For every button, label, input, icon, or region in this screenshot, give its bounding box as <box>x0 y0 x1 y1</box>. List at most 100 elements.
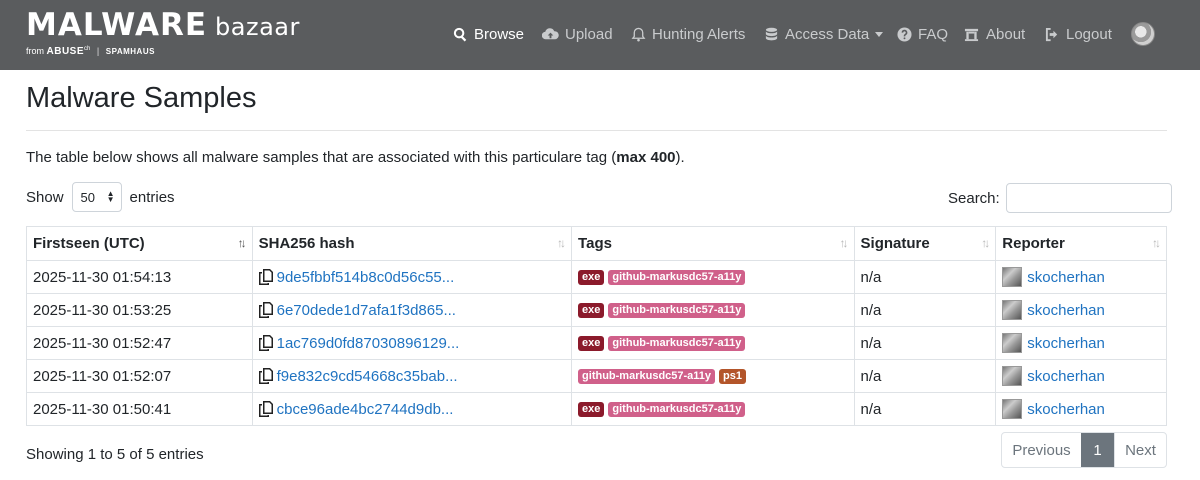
tag-badge[interactable]: exe <box>578 401 605 417</box>
page-description: The table below shows all malware sample… <box>26 149 685 166</box>
tag-badge[interactable]: github-markusdc57-a11y <box>608 335 746 351</box>
nav-hunting-alerts[interactable]: Hunting Alerts <box>631 24 745 44</box>
nav-browse[interactable]: Browse <box>453 24 524 44</box>
table-header: Firstseen (UTC) ↑↓ SHA256 hash ↑↓ Tags ↑↓ S… <box>27 227 1166 260</box>
search-icon <box>453 27 467 42</box>
database-icon <box>765 27 778 40</box>
brand-main-text: MALWARE <box>26 7 208 43</box>
copy-icon[interactable] <box>258 335 273 351</box>
reporter-cell: skocherhan <box>995 360 1166 392</box>
tag-badge[interactable]: github-markusdc57-a11y <box>608 269 746 285</box>
hash-cell: 1ac769d0fd87030896129... <box>251 327 571 359</box>
sort-icon: ↑↓ <box>557 236 566 250</box>
previous-button[interactable]: Previous <box>1002 433 1081 467</box>
page-title: Malware Samples <box>26 82 257 114</box>
question-circle-icon <box>897 26 912 42</box>
reporter-link[interactable]: skocherhan <box>1027 302 1105 319</box>
reporter-link[interactable]: skocherhan <box>1027 269 1105 286</box>
signature-cell: n/a <box>853 393 996 425</box>
cloud-upload-icon <box>542 27 559 39</box>
copy-icon[interactable] <box>258 302 273 318</box>
tag-badge[interactable]: ps1 <box>719 368 747 384</box>
reporter-link[interactable]: skocherhan <box>1027 335 1105 352</box>
column-header-signature[interactable]: Signature ↑↓ <box>853 227 996 260</box>
show-label: Show <box>26 188 64 206</box>
nav-faq[interactable]: FAQ <box>897 24 948 44</box>
pagination: Previous 1 Next <box>1001 432 1167 468</box>
brand-logo[interactable]: MALWARE bazaar from ABUSEch | SPAMHAUS <box>26 7 300 57</box>
search-input[interactable] <box>1005 183 1172 213</box>
signature-cell: n/a <box>853 360 996 392</box>
sha256-link[interactable]: 1ac769d0fd87030896129... <box>277 335 460 352</box>
sort-arrows-icon: ▲ ▼ <box>106 189 115 204</box>
tag-badge[interactable]: exe <box>578 335 605 351</box>
sort-desc-icon: ↑↓ <box>237 236 247 250</box>
nav-access-data[interactable]: Access Data <box>764 24 884 44</box>
landmark-icon <box>964 28 979 41</box>
signature-cell: n/a <box>853 294 996 326</box>
divider <box>26 130 1167 131</box>
table-info: Showing 1 to 5 of 5 entries <box>26 446 204 463</box>
reporter-link[interactable]: skocherhan <box>1027 401 1105 418</box>
hash-cell: 9de5fbbf514b8c0d56c55... <box>251 261 571 293</box>
sort-icon: ↑↓ <box>839 236 849 250</box>
reporter-avatar <box>1002 300 1023 320</box>
column-header-sha256[interactable]: SHA256 hash ↑↓ <box>251 227 571 260</box>
sha256-link[interactable]: f9e832c9cd54668c35bab... <box>277 368 458 385</box>
sort-icon: ↑↓ <box>981 236 990 250</box>
nav-logout[interactable]: Logout <box>1045 24 1112 44</box>
column-header-firstseen[interactable]: Firstseen (UTC) ↑↓ <box>27 227 252 260</box>
entries-label: entries <box>129 188 175 206</box>
nav-upload[interactable]: Upload <box>542 24 613 44</box>
sha256-link[interactable]: 6e70dede1d7afa1f3d865... <box>277 302 456 319</box>
hash-cell: 6e70dede1d7afa1f3d865... <box>251 294 571 326</box>
next-button[interactable]: Next <box>1114 433 1166 467</box>
sha256-link[interactable]: cbce96ade4bc2744d9db... <box>277 401 454 418</box>
brand-partners: from ABUSEch | SPAMHAUS <box>26 46 155 57</box>
copy-icon[interactable] <box>258 368 273 384</box>
spamhaus-logo: SPAMHAUS <box>105 47 155 56</box>
table-row: 2025-11-30 01:50:41 cbce96ade4bc2744d9db.… <box>27 392 1166 425</box>
sign-out-icon <box>1045 27 1058 41</box>
sha256-link[interactable]: 9de5fbbf514b8c0d56c55... <box>277 269 455 286</box>
signature-cell: n/a <box>853 327 996 359</box>
tags-cell: exe github-markusdc57-a11y <box>571 327 854 359</box>
samples-table: Firstseen (UTC) ↑↓ SHA256 hash ↑↓ Tags ↑↓ S… <box>26 226 1167 426</box>
reporter-cell: skocherhan <box>995 294 1166 326</box>
firstseen-cell: 2025-11-30 01:52:47 <box>33 334 172 352</box>
search-control: Search: <box>948 183 1172 213</box>
reporter-avatar <box>1002 333 1023 353</box>
column-header-reporter[interactable]: Reporter ↑↓ <box>995 227 1166 260</box>
firstseen-cell: 2025-11-30 01:54:13 <box>33 268 172 286</box>
tags-cell: github-markusdc57-a11y ps1 <box>571 360 854 392</box>
reporter-cell: skocherhan <box>995 261 1166 293</box>
reporter-avatar <box>1002 366 1023 386</box>
firstseen-cell: 2025-11-30 01:52:07 <box>33 367 172 385</box>
user-avatar[interactable] <box>1131 22 1155 46</box>
reporter-cell: skocherhan <box>995 327 1166 359</box>
reporter-link[interactable]: skocherhan <box>1027 368 1105 385</box>
tag-badge[interactable]: github-markusdc57-a11y <box>608 401 746 417</box>
copy-icon[interactable] <box>258 269 273 285</box>
tag-badge[interactable]: exe <box>578 302 605 318</box>
tag-badge[interactable]: github-markusdc57-a11y <box>608 302 746 318</box>
nav-about[interactable]: About <box>963 24 1025 44</box>
chevron-down-icon <box>875 31 884 37</box>
copy-icon[interactable] <box>258 401 273 417</box>
column-header-tags[interactable]: Tags ↑↓ <box>571 227 854 260</box>
table-row: 2025-11-30 01:52:07 f9e832c9cd54668c35bab… <box>27 359 1166 392</box>
page-1-button[interactable]: 1 <box>1081 433 1114 467</box>
reporter-avatar <box>1002 399 1023 419</box>
firstseen-cell: 2025-11-30 01:53:25 <box>33 301 172 319</box>
sort-icon: ↑↓ <box>1152 236 1161 250</box>
tag-badge[interactable]: github-markusdc57-a11y <box>578 368 716 384</box>
table-row: 2025-11-30 01:52:47 1ac769d0fd87030896129… <box>27 326 1166 359</box>
entries-select[interactable]: 50 ▲ ▼ <box>71 182 122 212</box>
tag-badge[interactable]: exe <box>578 269 605 285</box>
hash-cell: f9e832c9cd54668c35bab... <box>251 360 571 392</box>
firstseen-cell: 2025-11-30 01:50:41 <box>33 400 172 418</box>
reporter-cell: skocherhan <box>995 393 1166 425</box>
entries-length-control: Show 50 ▲ ▼ entries <box>26 182 175 212</box>
brand-sub-text: bazaar <box>215 13 300 41</box>
signature-cell: n/a <box>853 261 996 293</box>
